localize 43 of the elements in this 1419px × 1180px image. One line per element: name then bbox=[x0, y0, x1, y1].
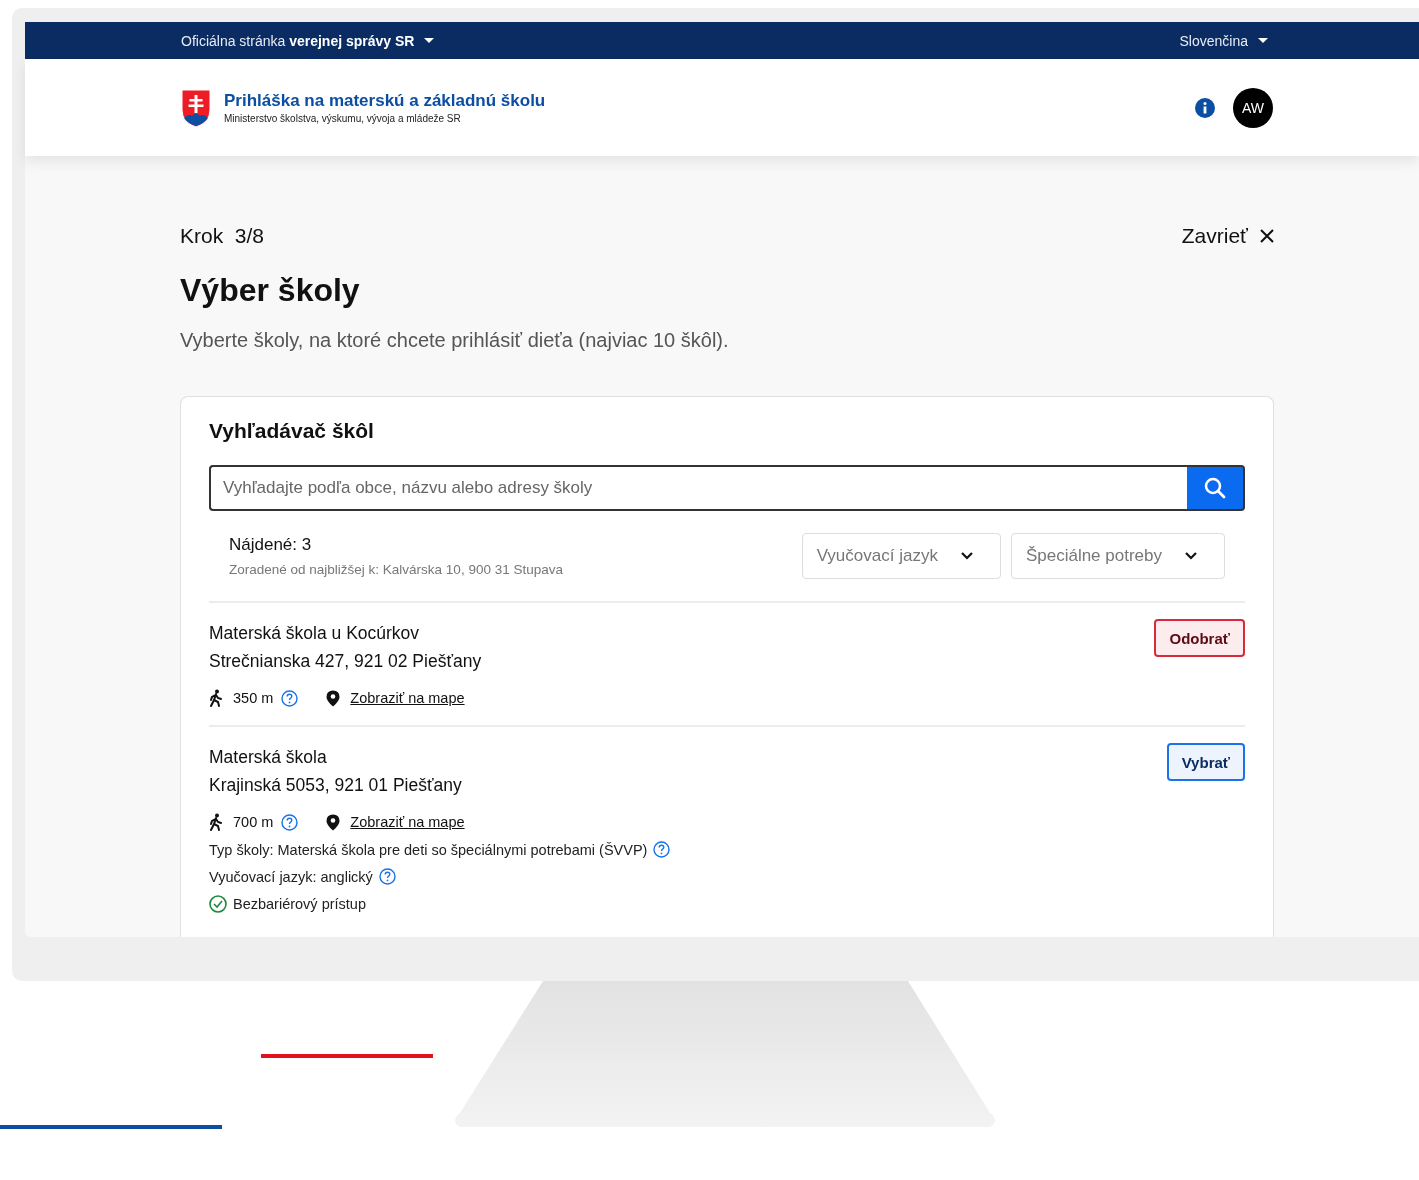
chevron-down-icon bbox=[1184, 551, 1198, 561]
help-icon[interactable] bbox=[653, 841, 671, 858]
help-icon[interactable] bbox=[281, 813, 299, 831]
card-title: Vyhľadávač škôl bbox=[209, 419, 375, 443]
walking-distance: 350 m bbox=[233, 690, 274, 706]
sort-note: Zoradené od najbližšej k: Kalvárska 10, 900 31 Stupava bbox=[229, 562, 563, 577]
school-name: Materská škola u Kocúrkov bbox=[209, 622, 421, 645]
help-icon[interactable] bbox=[281, 689, 299, 707]
school-name: Materská škola bbox=[209, 746, 328, 769]
filter-dropdown[interactable]: Vyučovací jazyk bbox=[801, 533, 1001, 579]
show-on-map-link[interactable]: Zobraziť na mape bbox=[350, 814, 465, 830]
close-button[interactable]: Zavrieť bbox=[1181, 224, 1274, 248]
app-title: Prihláška na materskú a základnú školu bbox=[224, 91, 546, 111]
ministry-name: Ministerstvo školstva, výskumu, vývoja a mládeže SR bbox=[224, 113, 462, 124]
map-pin-icon bbox=[326, 689, 341, 707]
info-icon[interactable] bbox=[1195, 97, 1215, 118]
official-site-dropdown[interactable]: Oficiálna stránka verejnej správy SR bbox=[181, 32, 435, 49]
check-circle-icon bbox=[209, 895, 227, 913]
walking-person-icon bbox=[209, 813, 223, 831]
chevron-down-icon bbox=[959, 551, 974, 561]
map-pin-icon bbox=[326, 813, 341, 831]
language-dropdown[interactable]: Slovenčina bbox=[1179, 32, 1268, 49]
caret-icon bbox=[1258, 38, 1268, 43]
school-address: Krajinská 5053, 921 01 Piešťany bbox=[209, 774, 462, 797]
results-count: Nájdené: 3 bbox=[229, 535, 313, 555]
school-detail: Vyučovací jazyk: anglický bbox=[209, 868, 373, 885]
school-address: Strečnianska 427, 921 02 Piešťany bbox=[209, 650, 482, 673]
close-icon bbox=[1260, 229, 1274, 243]
school-feature: Bezbariérový prístup bbox=[233, 896, 366, 912]
school-detail: Typ školy: Materská škola pre deti so špeciálnymi potrebami (ŠVVP) bbox=[209, 841, 648, 858]
school-action-button[interactable]: Odobrať bbox=[1154, 619, 1245, 657]
filter-dropdown[interactable]: Špeciálne potreby bbox=[1010, 533, 1225, 579]
walking-person-icon bbox=[209, 689, 223, 707]
user-avatar[interactable]: AW bbox=[1233, 87, 1273, 128]
page-heading: Výber školy bbox=[180, 272, 361, 309]
help-icon[interactable] bbox=[378, 868, 396, 885]
caret-icon bbox=[424, 38, 435, 43]
school-action-button[interactable]: Vybrať bbox=[1166, 743, 1245, 781]
walking-distance: 700 m bbox=[233, 814, 274, 830]
coat-of-arms-icon bbox=[181, 87, 211, 128]
intro-text: Vyberte školy, na ktoré chcete prihlásiť dieťa (najviac 10 škôl). bbox=[180, 329, 730, 352]
step-indicator: Krok 3/8 bbox=[180, 224, 265, 248]
show-on-map-link[interactable]: Zobraziť na mape bbox=[350, 690, 465, 706]
